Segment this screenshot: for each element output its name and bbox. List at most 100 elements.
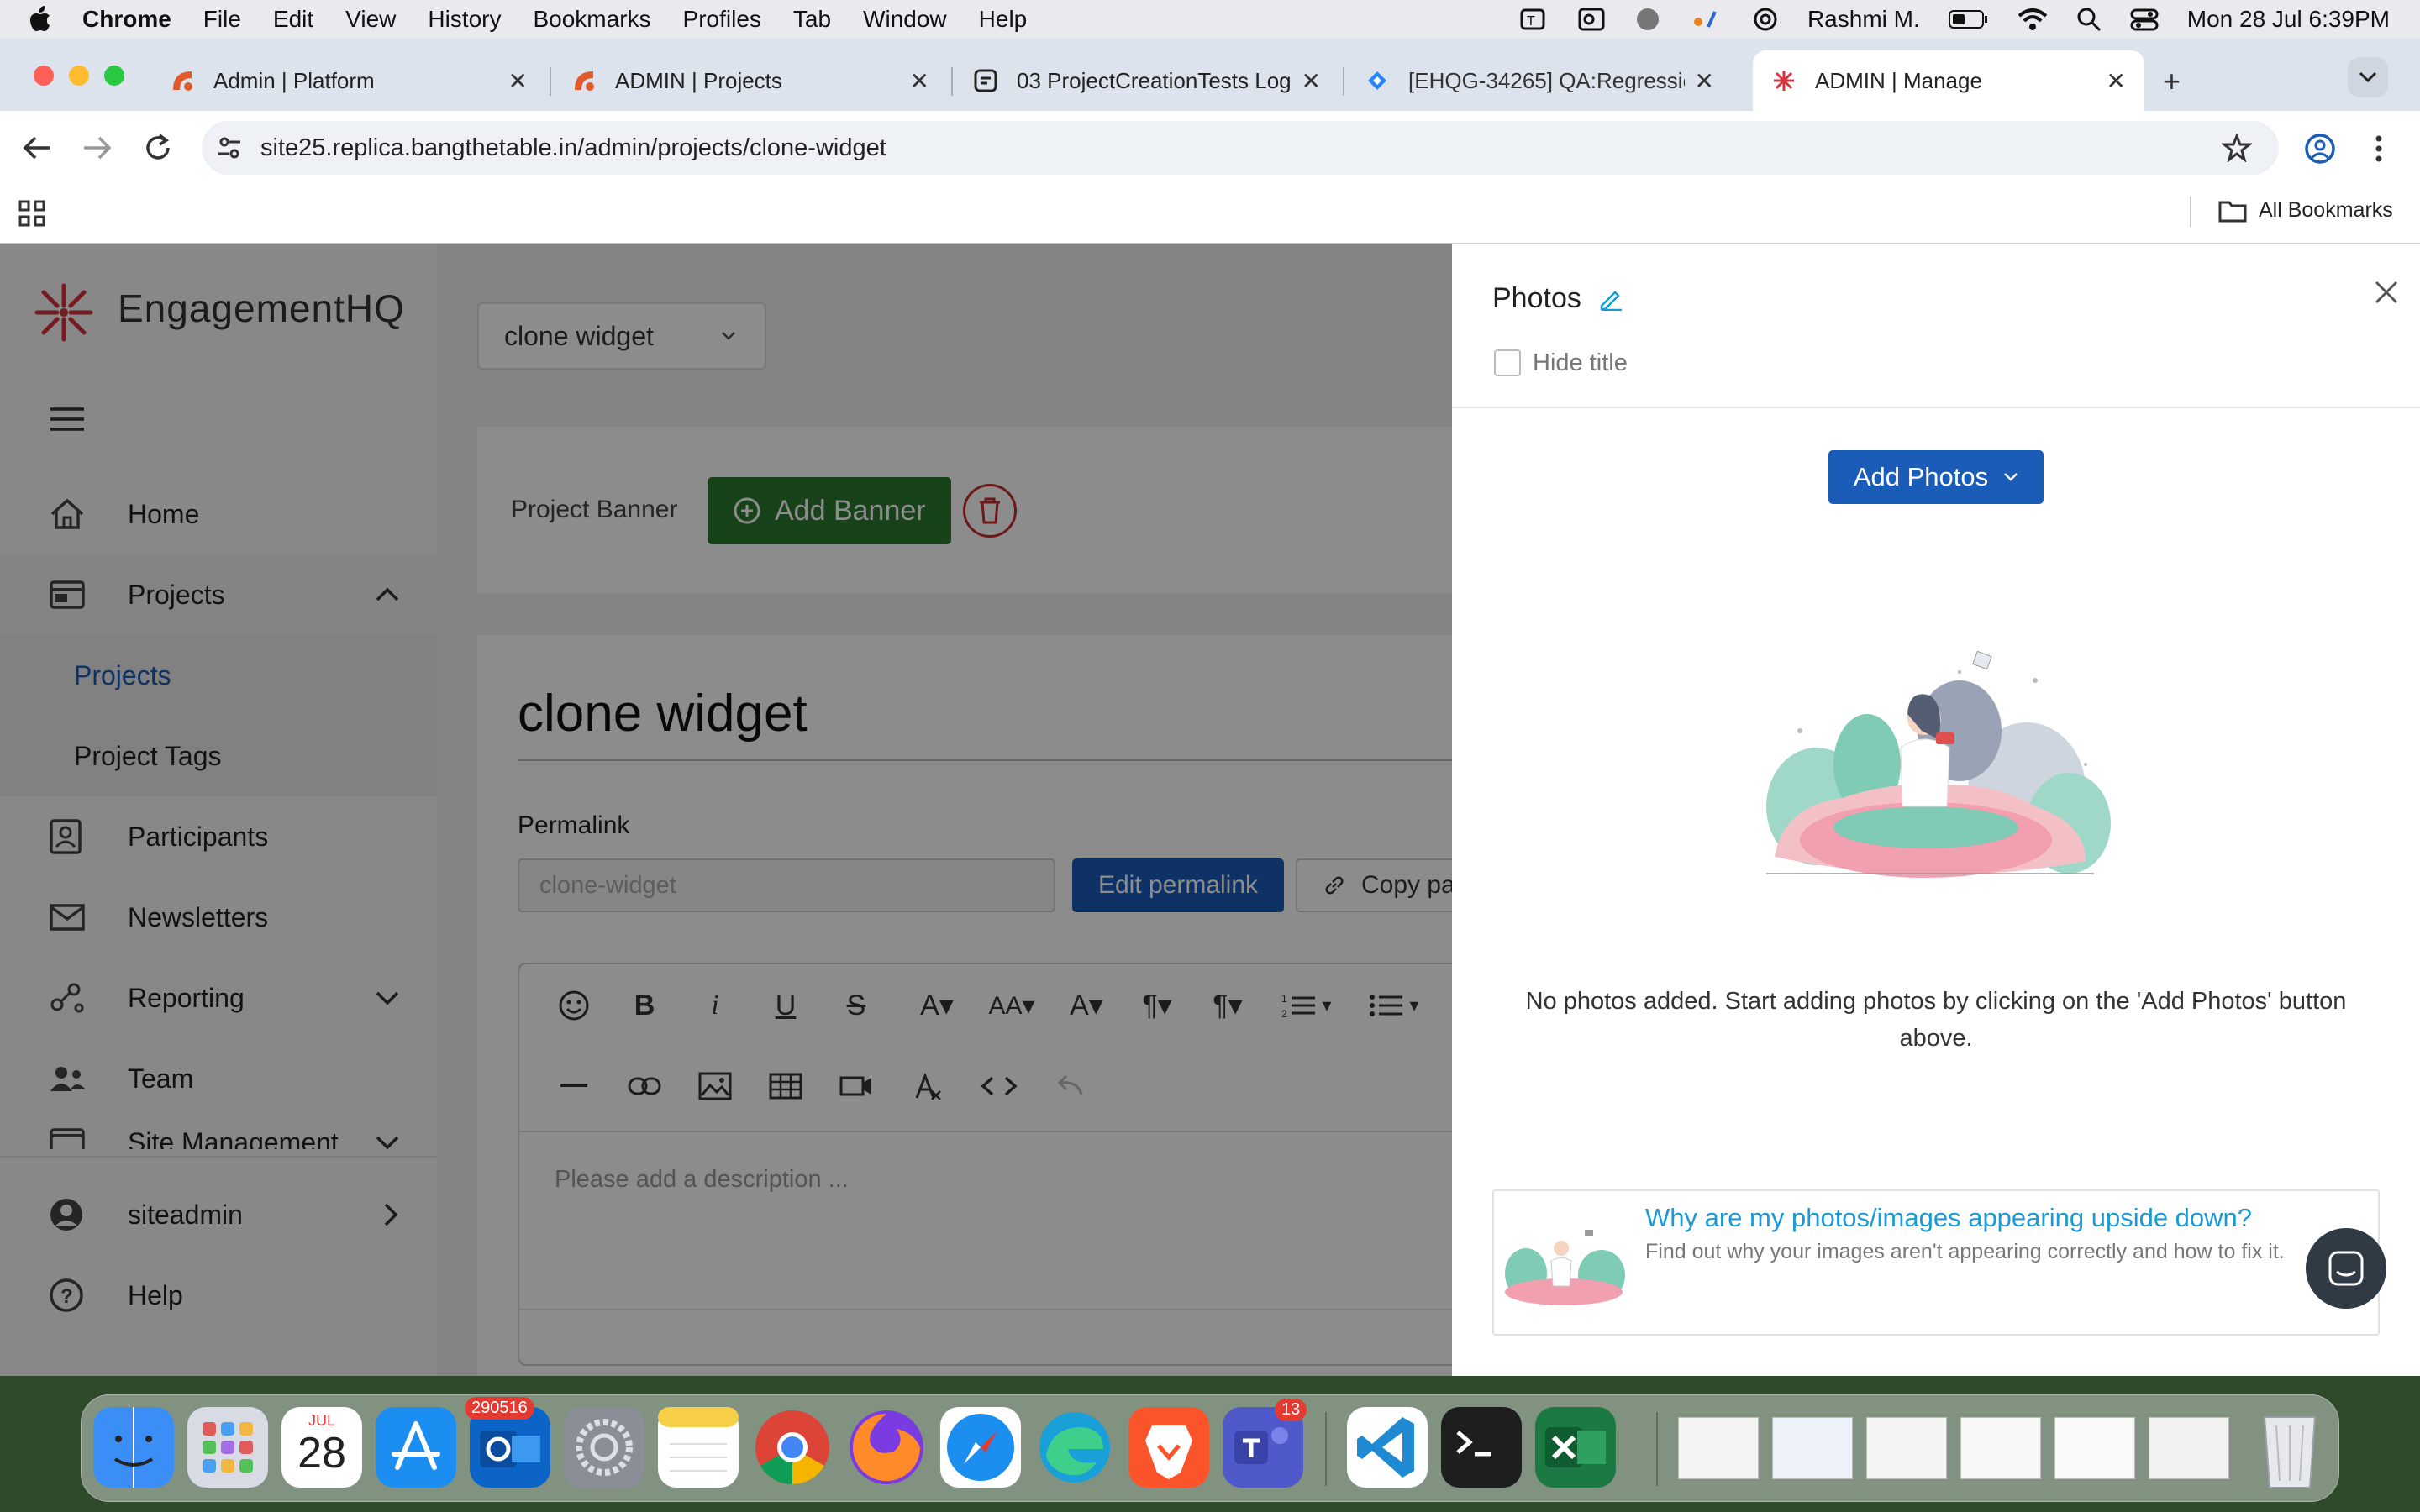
edge-icon[interactable] — [1034, 1407, 1115, 1488]
apple-icon[interactable] — [30, 6, 54, 33]
minimized-window-thumbnail[interactable] — [2054, 1417, 2135, 1479]
menu-view[interactable]: View — [345, 6, 396, 33]
menu-help[interactable]: Help — [979, 6, 1028, 33]
hide-title-label: Hide title — [1533, 349, 1628, 376]
terminal-icon[interactable] — [1441, 1407, 1522, 1488]
menu-file[interactable]: File — [203, 6, 241, 33]
notes-icon[interactable] — [658, 1407, 739, 1488]
minimized-window-thumbnail[interactable] — [1772, 1417, 1853, 1479]
control-center-icon[interactable] — [2130, 7, 2159, 32]
menubar-datetime[interactable]: Mon 28 Jul 6:39PM — [2187, 6, 2390, 33]
help-article-title[interactable]: Why are my photos/images appearing upsid… — [1645, 1203, 2252, 1233]
app-store-icon[interactable] — [376, 1407, 456, 1488]
tab-title: Admin | Platform — [213, 67, 375, 93]
close-drawer-icon[interactable] — [2373, 279, 2400, 306]
outlook-icon[interactable]: 290516 — [465, 1397, 550, 1488]
browser-tab[interactable]: [EHQG-34265] QA:Regressio ✕ — [1346, 50, 1733, 111]
minimized-window-thumbnail[interactable] — [1678, 1417, 1759, 1479]
menu-edit[interactable]: Edit — [273, 6, 313, 33]
drawer-header-divider — [1452, 407, 2420, 408]
close-tab-icon[interactable]: ✕ — [1302, 67, 1321, 95]
jira-favicon — [1368, 71, 1386, 90]
all-bookmarks-button[interactable]: All Bookmarks — [2218, 198, 2393, 223]
spotlight-search-icon[interactable] — [2076, 7, 2102, 32]
teams-badge: 13 — [1275, 1399, 1307, 1421]
chrome-menu-icon[interactable] — [2375, 134, 2383, 163]
finder-icon[interactable] — [93, 1407, 174, 1488]
brave-icon[interactable] — [1128, 1407, 1209, 1488]
extension-status-icon[interactable] — [1690, 7, 1723, 32]
close-tab-icon[interactable]: ✕ — [508, 67, 528, 95]
tab-title: ADMIN | Projects — [615, 67, 782, 93]
forward-icon[interactable] — [82, 134, 113, 161]
safari-icon[interactable] — [940, 1407, 1021, 1488]
minimize-window-button[interactable] — [69, 66, 89, 86]
calendar-icon[interactable]: JUL 28 — [281, 1407, 362, 1488]
edit-title-icon[interactable] — [1598, 286, 1623, 311]
reload-icon[interactable] — [143, 133, 173, 163]
firefox-icon[interactable] — [846, 1407, 927, 1488]
apps-grid-icon[interactable] — [18, 200, 45, 227]
chrome-icon[interactable] — [752, 1407, 833, 1488]
launchpad-icon[interactable] — [187, 1407, 268, 1488]
tab-title: 03 ProjectCreationTests Log — [1017, 67, 1292, 93]
chat-icon — [2328, 1251, 2364, 1286]
profile-icon[interactable] — [2304, 133, 2336, 165]
browser-tab[interactable]: 03 ProjectCreationTests Log ✕ — [955, 50, 1339, 111]
menu-app-name[interactable]: Chrome — [82, 6, 171, 33]
chat-launcher-button[interactable] — [2306, 1228, 2386, 1309]
teams-icon[interactable]: 13 — [1223, 1399, 1307, 1488]
browser-tab[interactable]: Admin | Platform ✕ — [151, 50, 546, 111]
menu-bookmarks[interactable]: Bookmarks — [533, 6, 650, 33]
maximize-window-button[interactable] — [104, 66, 124, 86]
macos-menu-bar: Chrome File Edit View History Bookmarks … — [0, 0, 2420, 39]
outlook-status-icon[interactable] — [1577, 7, 1606, 32]
vscode-icon[interactable] — [1347, 1407, 1428, 1488]
drawer-title: Photos — [1492, 282, 1581, 314]
address-bar[interactable]: site25.replica.bangthetable.in/admin/pro… — [202, 121, 2279, 175]
menu-profiles[interactable]: Profiles — [683, 6, 761, 33]
browser-tab-active[interactable]: ADMIN | Manage ✕ — [1753, 50, 2144, 111]
minimized-window-thumbnail[interactable] — [1866, 1417, 1947, 1479]
folder-icon — [2218, 201, 2247, 222]
tab-search-button[interactable] — [2348, 57, 2388, 97]
dock-divider — [1656, 1412, 1658, 1486]
close-tab-icon[interactable]: ✕ — [2107, 67, 2126, 95]
chevron-down-icon — [2359, 71, 2377, 83]
excel-icon[interactable] — [1535, 1407, 1616, 1488]
platform-favicon — [173, 71, 192, 91]
wifi-icon[interactable] — [2018, 8, 2048, 31]
empty-photos-message: No photos added. Start adding photos by … — [1525, 988, 2347, 1052]
bookmark-star-icon[interactable] — [2222, 134, 2252, 162]
chatgpt-icon[interactable] — [1752, 6, 1779, 33]
modal-overlay[interactable] — [0, 244, 1452, 1376]
engagementhq-favicon — [1774, 71, 1794, 91]
system-settings-icon[interactable] — [564, 1407, 644, 1488]
log-favicon — [974, 69, 997, 92]
menu-history[interactable]: History — [428, 6, 501, 33]
teams-status-icon[interactable]: T — [1520, 7, 1549, 32]
back-icon[interactable] — [22, 134, 52, 161]
new-tab-icon[interactable]: + — [2163, 64, 2181, 99]
help-article-card[interactable]: Why are my photos/images appearing upsid… — [1492, 1189, 2380, 1336]
battery-icon[interactable] — [1948, 9, 1989, 29]
url-text[interactable]: site25.replica.bangthetable.in/admin/pro… — [260, 134, 886, 162]
close-window-button[interactable] — [34, 66, 54, 86]
browser-tab[interactable]: ADMIN | Projects ✕ — [553, 50, 948, 111]
menu-tab[interactable]: Tab — [793, 6, 831, 33]
globe-icon[interactable] — [1634, 6, 1661, 33]
add-photos-button[interactable]: Add Photos — [1828, 450, 2044, 504]
minimized-window-thumbnail[interactable] — [2149, 1417, 2229, 1479]
help-article-description: Find out why your images aren't appearin… — [1645, 1240, 2285, 1263]
trash-icon[interactable] — [2258, 1407, 2322, 1491]
hide-title-checkbox[interactable] — [1494, 349, 1521, 376]
user-name[interactable]: Rashmi M. — [1807, 6, 1920, 33]
minimized-window-thumbnail[interactable] — [1960, 1417, 2041, 1479]
bookmarks-divider — [2190, 197, 2191, 227]
menu-window[interactable]: Window — [863, 6, 947, 33]
close-tab-icon[interactable]: ✕ — [1695, 67, 1714, 95]
tab-title: ADMIN | Manage — [1815, 67, 1982, 93]
calendar-month: JUL — [308, 1412, 335, 1429]
site-info-icon[interactable] — [217, 135, 242, 160]
close-tab-icon[interactable]: ✕ — [910, 67, 929, 95]
